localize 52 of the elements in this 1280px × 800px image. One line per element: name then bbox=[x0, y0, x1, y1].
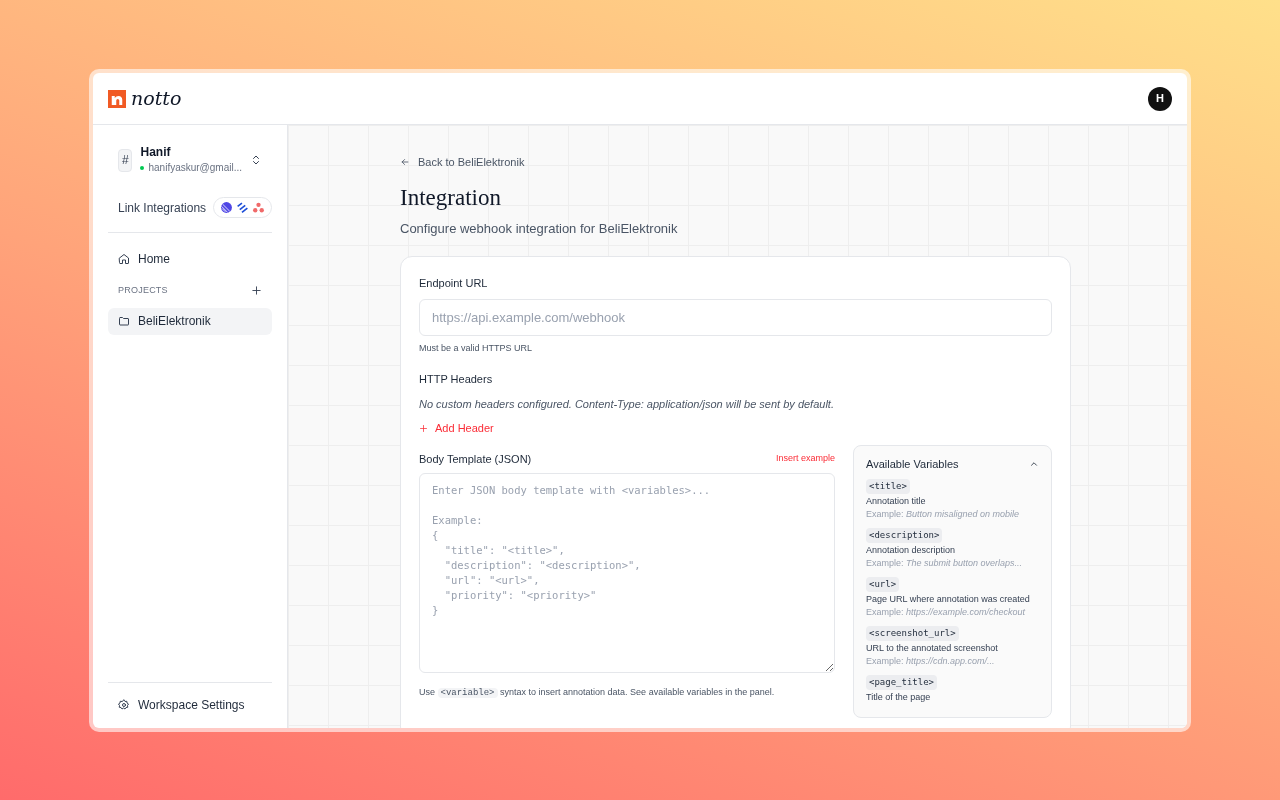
account-name: Hanif bbox=[140, 145, 172, 160]
sidebar-item[interactable]: BeliElektronik bbox=[108, 307, 272, 335]
template-hint: Use <variable> syntax to insert annotation data. See available variables in the panel. bbox=[419, 686, 776, 701]
home-icon bbox=[118, 252, 130, 265]
variable-example: Example: https://example.com/checkout bbox=[866, 606, 1027, 620]
variables-toggle[interactable]: Available Variables bbox=[866, 455, 1039, 473]
workspace-settings-link[interactable]: Workspace Settings bbox=[108, 696, 272, 714]
variable-token: <title> bbox=[866, 479, 910, 495]
section-label: PROJECTS bbox=[118, 284, 168, 297]
variable-example: Example: https://cdn.app.com/... bbox=[866, 655, 996, 669]
page-subtitle: Configure webhook integration for BeliElektronik bbox=[400, 219, 679, 238]
empty-headers-note: No custom headers configured. Content-Type: application/json will be sent by default. bbox=[419, 396, 835, 412]
variable-token: <screenshot_url> bbox=[866, 626, 959, 642]
json-template-field[interactable]: Enter JSON body template with <variables>... Example: { "title": "<title>", "description": "<description>", "url": "<url>", "priority": "<priority>" } bbox=[419, 473, 835, 674]
add-header-button[interactable]: Add Header bbox=[419, 420, 494, 437]
plus-icon bbox=[419, 424, 428, 433]
account-email: hanifyaskur@gmail... bbox=[148, 161, 242, 175]
chevron-up-icon bbox=[1029, 459, 1039, 469]
variable-token: <description> bbox=[866, 528, 943, 544]
link-integrations-label: Link Integrations bbox=[118, 199, 207, 217]
variable-description: Title of the page bbox=[866, 691, 932, 705]
url-input-field[interactable]: https://api.example.com/webhook bbox=[419, 298, 1052, 336]
variable-description: Page URL where annotation was created bbox=[866, 593, 1031, 607]
user-avatar[interactable]: H bbox=[1148, 86, 1172, 111]
account-switcher-button[interactable] bbox=[250, 154, 262, 166]
variable-token: <url> bbox=[866, 577, 900, 593]
folder-icon bbox=[118, 315, 130, 327]
add-project-button[interactable] bbox=[251, 285, 262, 297]
variable-example: Example: The submit button overlaps... bbox=[866, 557, 1024, 571]
logo-icon bbox=[108, 89, 126, 108]
back-link[interactable]: Back to BeliElektronik bbox=[400, 153, 525, 171]
arrows-icon bbox=[236, 201, 249, 214]
variable-example: Example: Button misaligned on mobile bbox=[866, 508, 1021, 522]
field-label: HTTP Headers bbox=[419, 372, 494, 388]
plus-icon bbox=[251, 285, 262, 297]
workspace-badge: # bbox=[118, 148, 133, 172]
variable-description: Annotation description bbox=[866, 544, 957, 558]
variable-description: URL to the annotated screenshot bbox=[866, 642, 999, 656]
chevrons-icon bbox=[250, 154, 262, 166]
arrow-left-icon bbox=[400, 157, 410, 167]
three-dots-icon bbox=[252, 201, 265, 214]
field-hint: Must be a valid HTTPS URL bbox=[419, 341, 534, 355]
insert-example-link[interactable]: Insert example bbox=[775, 452, 835, 466]
sidebar-item[interactable]: Home bbox=[108, 245, 272, 272]
field-label: Body Template (JSON) bbox=[419, 451, 532, 467]
page-title: Integration bbox=[400, 184, 502, 212]
field-label: Endpoint URL bbox=[419, 276, 489, 292]
variable-token: <page_title> bbox=[866, 675, 938, 691]
striped-circle-icon bbox=[220, 201, 233, 214]
variable-description: Annotation title bbox=[866, 495, 927, 509]
settings-icon bbox=[118, 699, 130, 711]
logo-text: notto bbox=[131, 89, 182, 108]
